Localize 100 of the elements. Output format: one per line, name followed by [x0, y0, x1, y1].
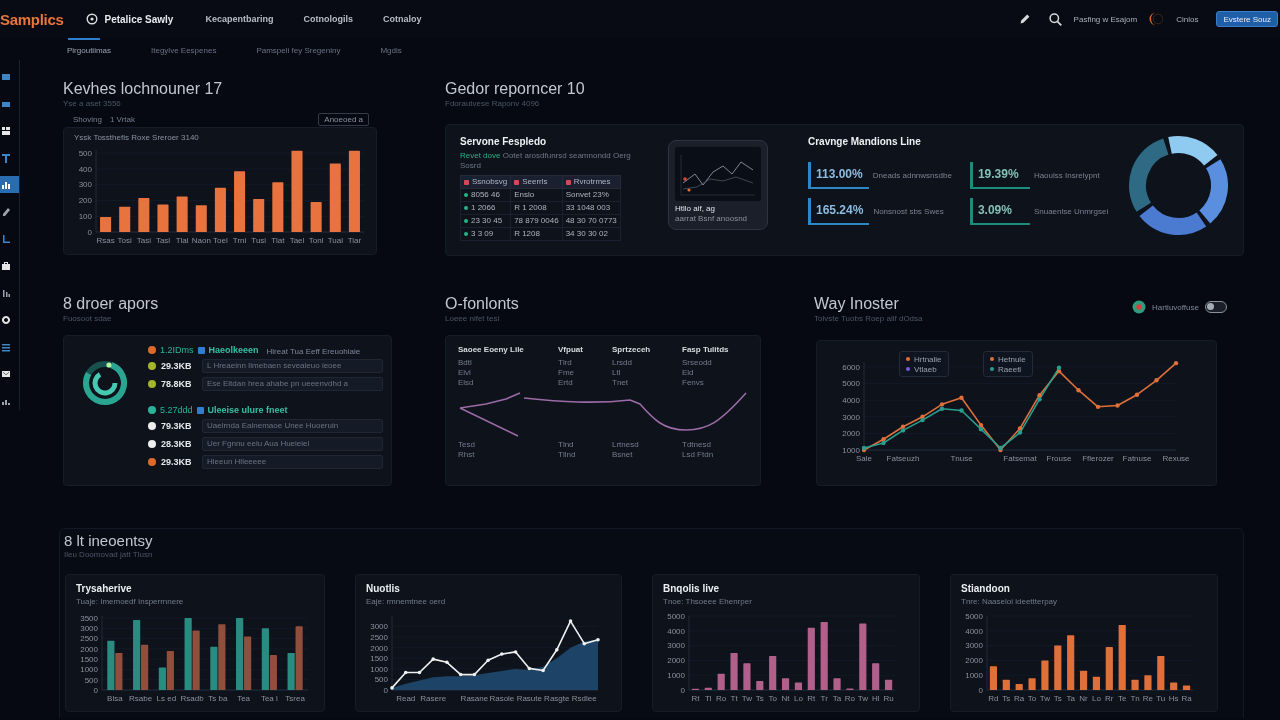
- axis-label: Ra: [1014, 694, 1025, 703]
- section-subtitle: Tolvste Tuobs Roep alif dOdsa: [814, 314, 923, 324]
- section-subtitle: Loeee nifet tesi: [445, 314, 501, 324]
- axis-label: 3000: [842, 412, 860, 422]
- axis-label: 200: [78, 196, 92, 206]
- data-point: [458, 672, 463, 677]
- axis-label: 500: [78, 148, 92, 158]
- data-point: [403, 670, 408, 675]
- table-cell-text: Lrtnesd: [612, 440, 640, 450]
- data-point: [555, 648, 559, 652]
- data-point: [417, 670, 422, 675]
- axis-label: Tasi: [136, 236, 151, 245]
- axis-label: 4000: [667, 626, 685, 636]
- axis-label: 4000: [842, 396, 860, 405]
- axis-label: Tr: [820, 694, 828, 703]
- legend-label: Hrtnalie: [914, 354, 942, 364]
- data-point: [513, 650, 518, 654]
- axis-label: To: [768, 694, 777, 703]
- axis-label: 3000: [667, 641, 685, 651]
- axis-label: Tael: [289, 236, 305, 245]
- nav-link[interactable]: Cotnaloy: [382, 14, 422, 24]
- envelope-icon: [1, 368, 11, 379]
- ring-chart-icon: [82, 360, 128, 406]
- axis-label: 2000: [80, 644, 98, 654]
- axis-label: Fflerozer: [1082, 454, 1114, 463]
- axis-label: Rt: [807, 694, 816, 703]
- section-subtitle: Ileu Doomovad jatt Tlusn: [64, 550, 154, 560]
- row-detail: Hleeun Hlleeeee: [202, 455, 383, 469]
- axis-label: 500: [374, 675, 388, 685]
- nav-link[interactable]: Kecapentbaring: [205, 14, 274, 24]
- column-header: Fasp Tulitds: [682, 345, 730, 355]
- action-button[interactable]: Evstere Souz: [1216, 11, 1278, 27]
- axis-label: Rsas: [96, 236, 115, 245]
- table-cell-text: Elvl: [458, 368, 472, 378]
- row-value: 78.8KB: [161, 379, 193, 389]
- axis-label: Ts: [1053, 694, 1062, 703]
- data-point: [582, 641, 587, 646]
- tab[interactable]: Mgdis: [380, 38, 402, 56]
- data-point: [472, 672, 477, 677]
- avatar-icon[interactable]: [1149, 12, 1164, 26]
- grid-icon: [1, 125, 11, 136]
- axis-label: Ts ba: [208, 694, 228, 703]
- tab[interactable]: Itegylve Eespenes: [151, 38, 217, 56]
- axis-label: Rasgte: [544, 694, 570, 703]
- metric-label: Dneads adnnwsnsdbe: [872, 171, 952, 180]
- column-header: Ssnobsvg: [472, 177, 508, 187]
- tab[interactable]: Pamspeli fey Sregeniny: [256, 38, 341, 56]
- axis-label: Read: [396, 694, 416, 703]
- axis-label: Fatseuzh: [886, 454, 920, 463]
- bars-icon: [1, 287, 11, 298]
- axis-label: Rexuse: [1162, 454, 1190, 463]
- row-detail: Uaelrnda Ealnemaoe Unee Huoeruin: [202, 419, 383, 433]
- axis-label: 3000: [80, 624, 98, 634]
- axis-label: Tl: [705, 694, 712, 703]
- axis-label: Tt: [730, 694, 738, 703]
- axis-label: Lo: [1092, 694, 1101, 703]
- axis-label: Fatsemat: [1003, 454, 1037, 463]
- row-value: 29.3KB: [161, 361, 193, 371]
- axis-label: Rasute: [516, 694, 542, 703]
- square-icon: [197, 346, 205, 354]
- table-cell-text: Tlnd: [558, 440, 575, 450]
- data-point: [541, 668, 545, 673]
- axis-label: Rd: [988, 694, 999, 703]
- axis-label: Ts: [1002, 694, 1011, 703]
- tab[interactable]: Pirgoutiimas: [67, 38, 111, 56]
- axis-label: 1500: [370, 654, 388, 664]
- table-cell: 3 3 09: [471, 229, 494, 239]
- axis-label: 100: [78, 212, 92, 222]
- data-point: [486, 658, 490, 662]
- section-subtitle: Yse a aset 3556: [63, 99, 122, 109]
- axis-label: Ta: [1066, 694, 1075, 703]
- axis-label: 5000: [965, 611, 983, 621]
- axis-label: Rasole: [489, 694, 515, 703]
- pencil-icon[interactable]: [1019, 14, 1030, 24]
- axis-label: 3000: [370, 622, 388, 632]
- table-cell: 33 1048 003: [562, 201, 621, 215]
- table-cell-text: Tdtnesd: [682, 440, 712, 450]
- axis-label: Lo: [794, 694, 803, 703]
- axis-label: 2000: [667, 656, 685, 666]
- toggle-switch[interactable]: [1205, 301, 1227, 313]
- preview-detail: aarrat Bsnf anoosnd: [675, 214, 749, 224]
- axis-label: Sale: [856, 454, 872, 463]
- metric-value: 3.09%: [969, 198, 1030, 225]
- axis-label: Tn: [1130, 694, 1140, 703]
- axis-label: 0: [87, 227, 92, 237]
- pen-icon: [1, 206, 11, 217]
- axis-label: Te: [1117, 694, 1127, 703]
- nav-link[interactable]: Cotnologils: [303, 14, 353, 24]
- logo-text: Samplics: [0, 10, 64, 28]
- axis-label: Ro: [844, 694, 856, 703]
- table-cell: Enslo: [510, 188, 563, 202]
- axis-label: Rt: [691, 694, 700, 703]
- range-select[interactable]: Anoeoed a: [318, 113, 369, 126]
- card-title: Cravnge Mandions Line: [808, 136, 922, 148]
- axis-label: 0: [383, 685, 388, 695]
- legend-label: Hetnuie: [998, 354, 1026, 364]
- table-cell-text: Tllnd: [558, 450, 577, 460]
- search-icon[interactable]: [1048, 12, 1062, 26]
- data-point: [1095, 404, 1101, 410]
- table-cell: R 1208: [510, 227, 563, 241]
